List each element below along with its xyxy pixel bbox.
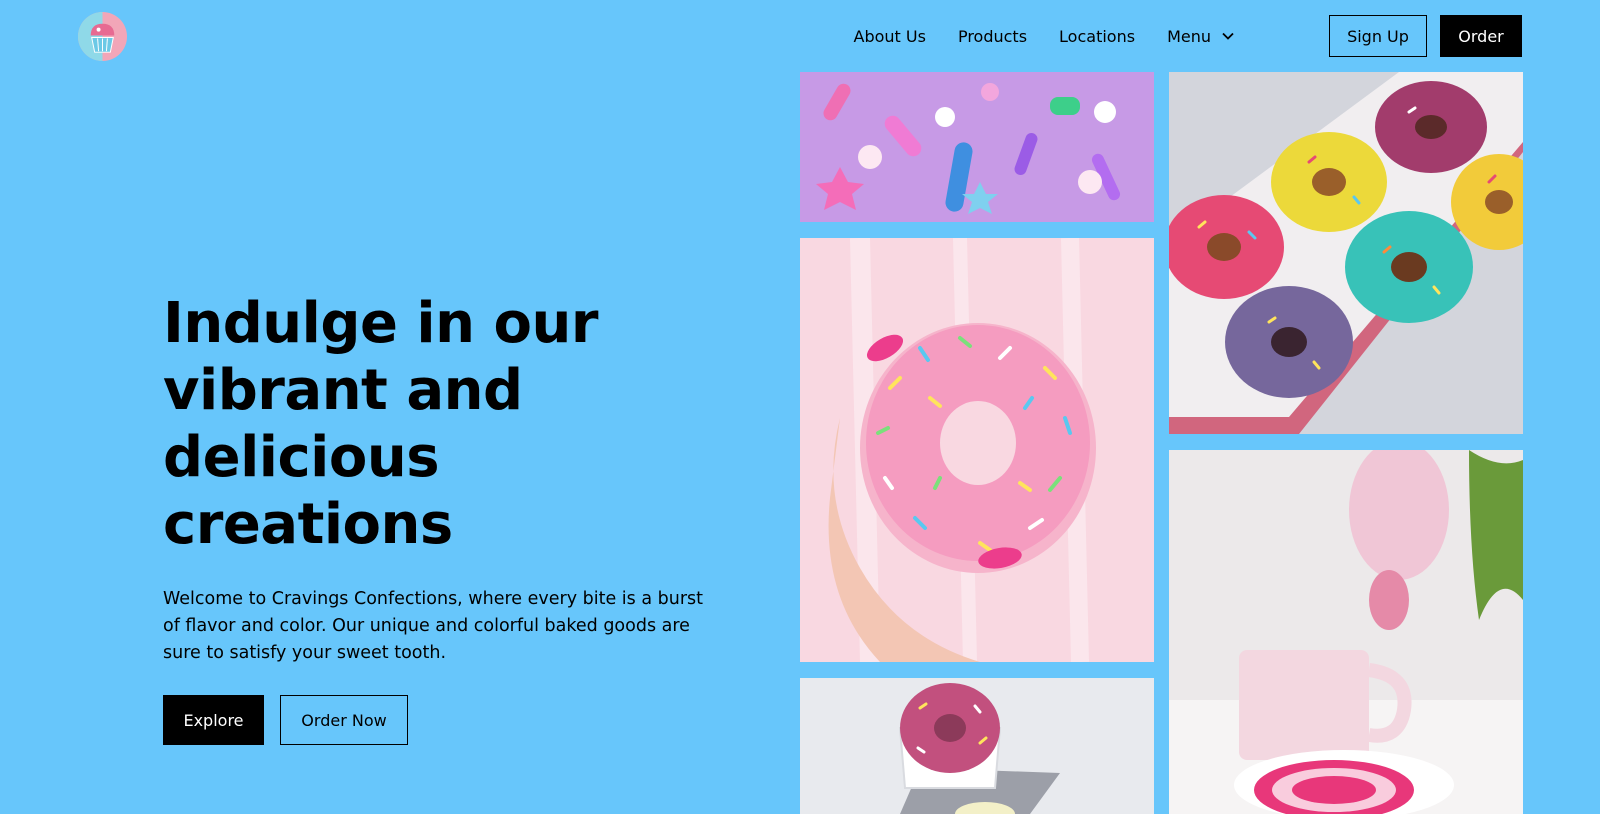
- order-button[interactable]: Order: [1440, 15, 1522, 57]
- donut-coffee-cup-photo: [1169, 450, 1523, 814]
- hero-actions: Explore Order Now: [163, 695, 733, 745]
- signup-button[interactable]: Sign Up: [1329, 15, 1427, 57]
- order-now-button[interactable]: Order Now: [280, 695, 408, 745]
- brand-logo[interactable]: [77, 11, 128, 62]
- hero-section: Indulge in our vibrant and delicious cre…: [163, 290, 733, 745]
- nav-link-locations[interactable]: Locations: [1059, 27, 1135, 46]
- chevron-down-icon: [1222, 32, 1234, 40]
- pink-donut-hand-photo: [800, 238, 1154, 662]
- nav-link-about[interactable]: About Us: [854, 27, 926, 46]
- nav-menu-label: Menu: [1167, 26, 1211, 46]
- sprinkles-photo: [800, 72, 1154, 222]
- donut-box-photo: [1169, 72, 1523, 434]
- nav-link-products[interactable]: Products: [958, 27, 1027, 46]
- hero-description: Welcome to Cravings Confections, where e…: [163, 589, 703, 663]
- explore-button[interactable]: Explore: [163, 695, 264, 745]
- cupcake-icon: [77, 11, 128, 62]
- donut-cupcake-liner-photo: [800, 678, 1154, 814]
- hero-title: Indulge in our vibrant and delicious cre…: [163, 291, 598, 557]
- nav-menu-dropdown[interactable]: Menu: [1167, 27, 1235, 46]
- main-nav: About Us Products Locations Menu Sign Up…: [854, 15, 1522, 57]
